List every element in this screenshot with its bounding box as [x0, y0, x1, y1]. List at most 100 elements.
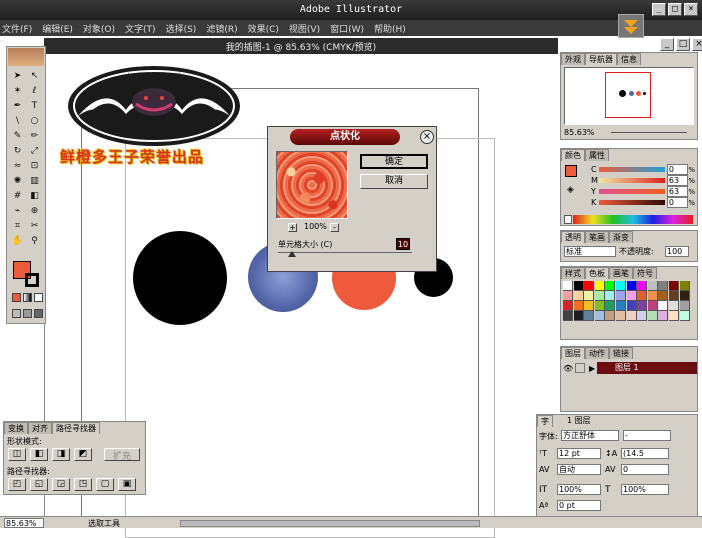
free-transform-tool-icon[interactable]: ⊡	[27, 159, 42, 173]
swatch-cell[interactable]	[605, 291, 616, 301]
paintbrush-tool-icon[interactable]: ✎	[10, 129, 25, 143]
swatch-cell[interactable]	[637, 301, 648, 311]
swatch-cell[interactable]	[594, 291, 605, 301]
navigator-preview[interactable]	[564, 67, 694, 125]
swatch-cell[interactable]	[679, 301, 690, 311]
font-family-select[interactable]: 方正舒体	[561, 430, 619, 441]
minus-back-icon[interactable]: ▣	[118, 478, 136, 491]
status-zoom[interactable]: 85.63%	[4, 518, 44, 528]
swatch-cell[interactable]	[594, 301, 605, 311]
stroke-color-swatch[interactable]	[25, 273, 39, 287]
doc-minimize-button[interactable]: _	[660, 38, 674, 51]
mesh-tool-icon[interactable]: #	[10, 189, 25, 203]
merge-icon[interactable]: ◲	[52, 478, 70, 491]
swatch-cell[interactable]	[563, 281, 573, 291]
tab-gradient[interactable]: 渐变	[609, 231, 633, 243]
cyan-slider[interactable]	[598, 167, 665, 172]
swatch-cell[interactable]	[605, 301, 616, 311]
leading-input[interactable]: (14.5	[621, 448, 669, 459]
tab-brushes[interactable]: 画笔	[609, 267, 633, 279]
status-tool[interactable]: 选取工具	[88, 518, 120, 529]
opacity-input[interactable]: 100	[665, 246, 689, 257]
ellipse-tool-icon[interactable]: ○	[27, 114, 42, 128]
swatch-grid[interactable]	[563, 281, 691, 321]
menu-file[interactable]: 文件(F)	[2, 22, 32, 35]
black-slider[interactable]	[598, 200, 665, 205]
menu-object[interactable]: 对象(O)	[83, 22, 115, 35]
swatch-cell[interactable]	[573, 291, 584, 301]
crop-icon[interactable]: ◳	[74, 478, 92, 491]
menu-type[interactable]: 文字(T)	[125, 22, 156, 35]
menu-help[interactable]: 帮助(H)	[374, 22, 406, 35]
warp-tool-icon[interactable]: ≈	[10, 159, 25, 173]
lasso-tool-icon[interactable]: ℓ	[27, 84, 42, 98]
none-color-icon[interactable]	[564, 215, 572, 224]
swatch-cell[interactable]	[679, 281, 690, 291]
magic-wand-tool-icon[interactable]: ✶	[10, 84, 25, 98]
divide-icon[interactable]: ◰	[8, 478, 26, 491]
yellow-slider[interactable]	[598, 189, 665, 194]
tab-transparency[interactable]: 透明	[561, 231, 585, 243]
kerning-select[interactable]: 自动	[557, 464, 601, 475]
swatch-cell[interactable]	[563, 311, 573, 321]
swatch-cell[interactable]	[679, 311, 690, 321]
out-of-gamut-icon[interactable]: ◈	[567, 185, 574, 195]
swatch-cell[interactable]	[647, 281, 658, 291]
swatch-cell[interactable]	[626, 281, 637, 291]
swatch-cell[interactable]	[573, 311, 584, 321]
close-button[interactable]: ×	[684, 3, 698, 16]
menu-view[interactable]: 视图(V)	[289, 22, 320, 35]
swatch-cell[interactable]	[668, 291, 679, 301]
navigator-zoom-field[interactable]: 85.63%	[564, 128, 595, 137]
screen-mode-full-menu-icon[interactable]	[23, 309, 32, 318]
tab-styles[interactable]: 样式	[561, 267, 585, 279]
layer-row[interactable]: 👁 ▶ 图层 1	[563, 361, 697, 375]
vertical-scale-input[interactable]: 100%	[557, 484, 601, 495]
intersect-shape-icon[interactable]: ◨	[52, 448, 70, 461]
swatch-cell[interactable]	[605, 281, 616, 291]
color-spectrum-bar[interactable]	[573, 215, 693, 224]
tab-appearance[interactable]: 外观	[561, 53, 585, 65]
swatch-cell[interactable]	[668, 311, 679, 321]
font-size-input[interactable]: 12 pt	[557, 448, 601, 459]
swatch-cell[interactable]	[668, 301, 679, 311]
none-mode-icon[interactable]	[34, 293, 43, 302]
swatch-cell[interactable]	[647, 311, 658, 321]
swatch-cell[interactable]	[584, 311, 595, 321]
swatch-cell[interactable]	[637, 311, 648, 321]
tab-actions[interactable]: 动作	[585, 347, 609, 359]
swatch-cell[interactable]	[615, 291, 626, 301]
swatch-cell[interactable]	[658, 301, 669, 311]
swatch-cell[interactable]	[584, 291, 595, 301]
slice-tool-icon[interactable]: ⌗	[10, 219, 25, 233]
swatch-cell[interactable]	[637, 281, 648, 291]
visibility-eye-icon[interactable]: 👁	[563, 364, 575, 373]
line-tool-icon[interactable]: \	[10, 114, 25, 128]
pen-tool-icon[interactable]: ✒	[10, 99, 25, 113]
black-value[interactable]: 0	[666, 197, 689, 208]
tab-attributes[interactable]: 属性	[585, 149, 609, 161]
swatch-cell[interactable]	[584, 301, 595, 311]
gradient-tool-icon[interactable]: ◧	[27, 189, 42, 203]
horizontal-scrollbar[interactable]	[180, 520, 480, 527]
blend-tool-icon[interactable]: ⊕	[27, 204, 42, 218]
add-to-shape-icon[interactable]: ◫	[8, 448, 26, 461]
menu-window[interactable]: 窗口(W)	[330, 22, 364, 35]
swatch-cell[interactable]	[615, 311, 626, 321]
cell-size-slider-track[interactable]	[278, 252, 412, 253]
font-style-select[interactable]: -	[623, 430, 671, 441]
maximize-button[interactable]: □	[668, 3, 682, 16]
swatch-cell[interactable]	[615, 301, 626, 311]
menu-effect[interactable]: 效果(C)	[248, 22, 279, 35]
tab-character[interactable]: 字	[537, 415, 553, 427]
symbol-sprayer-tool-icon[interactable]: ✺	[10, 174, 25, 188]
yellow-value[interactable]: 63	[666, 186, 689, 197]
swatch-cell[interactable]	[573, 301, 584, 311]
swatch-cell[interactable]	[647, 301, 658, 311]
tab-stroke[interactable]: 笔画	[585, 231, 609, 243]
zoom-in-button[interactable]: +	[288, 223, 297, 232]
tracking-input[interactable]: 0	[621, 464, 669, 475]
swatch-cell[interactable]	[594, 311, 605, 321]
swatch-cell[interactable]	[594, 281, 605, 291]
subtract-from-shape-icon[interactable]: ◧	[30, 448, 48, 461]
